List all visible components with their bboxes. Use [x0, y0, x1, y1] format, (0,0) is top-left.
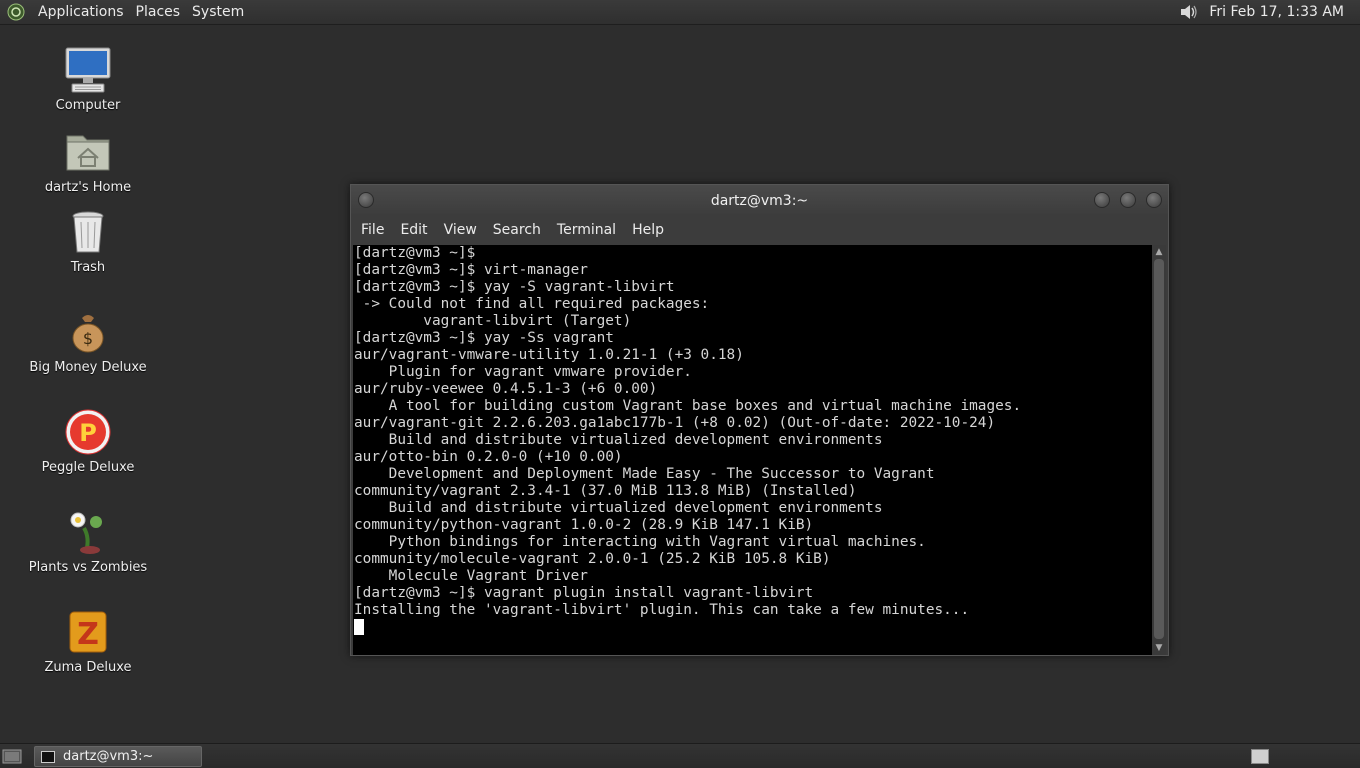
terminal-text: [dartz@vm3 ~]$ [dartz@vm3 ~]$ virt-manage…	[354, 245, 1021, 636]
menu-terminal[interactable]: Terminal	[551, 222, 622, 238]
trash-icon	[64, 208, 112, 256]
svg-text:$: $	[83, 329, 93, 348]
terminal-window[interactable]: dartz@vm3:~ File Edit View Search Termin…	[350, 184, 1169, 656]
desktop-icon-label: Plants vs Zombies	[28, 560, 148, 575]
desktop-icon-label: Zuma Deluxe	[44, 660, 132, 675]
scroll-up-icon[interactable]: ▲	[1154, 247, 1164, 257]
terminal-line: Installing the 'vagrant-libvirt' plugin.…	[354, 602, 970, 618]
terminal-line: A tool for building custom Vagrant base …	[354, 398, 1022, 414]
bottom-panel: dartz@vm3:~	[0, 743, 1360, 768]
terminal-line: [dartz@vm3 ~]$ yay -Ss vagrant	[354, 330, 614, 346]
desktop: Applications Places System Fri Feb 17, 1…	[0, 0, 1360, 768]
window-menu-icon[interactable]	[358, 192, 374, 208]
scroll-down-icon[interactable]: ▼	[1154, 643, 1164, 653]
show-desktop-icon[interactable]	[2, 747, 22, 765]
menu-view[interactable]: View	[438, 222, 483, 238]
terminal-line: Python bindings for interacting with Vag…	[354, 534, 926, 550]
svg-text:P: P	[79, 419, 97, 447]
workspace-switcher[interactable]	[1251, 749, 1269, 764]
volume-icon[interactable]	[1179, 2, 1199, 22]
terminal-line: aur/otto-bin 0.2.0-0 (+10 0.00)	[354, 449, 623, 465]
terminal-line: vagrant-libvirt (Target)	[354, 313, 632, 329]
terminal-line: Build and distribute virtualized develop…	[354, 500, 883, 516]
plants-vs-zombies-icon	[64, 508, 112, 556]
menu-help[interactable]: Help	[626, 222, 670, 238]
desktop-icon-label: Trash	[70, 260, 106, 275]
text-cursor	[354, 619, 364, 635]
terminal-icon	[41, 750, 55, 763]
zuma-icon: Z	[64, 608, 112, 656]
peggle-icon: P	[64, 408, 112, 456]
top-panel: Applications Places System Fri Feb 17, 1…	[0, 0, 1360, 25]
terminal-line: aur/ruby-veewee 0.4.5.1-3 (+6 0.00)	[354, 381, 658, 397]
menu-file[interactable]: File	[355, 222, 390, 238]
maximize-icon[interactable]	[1120, 192, 1136, 208]
terminal-output[interactable]: [dartz@vm3 ~]$ [dartz@vm3 ~]$ virt-manage…	[353, 245, 1153, 655]
clock[interactable]: Fri Feb 17, 1:33 AM	[1209, 4, 1344, 20]
terminal-line: community/vagrant 2.3.4-1 (37.0 MiB 113.…	[354, 483, 857, 499]
terminal-cursor-line	[354, 619, 1021, 636]
terminal-line: community/molecule-vagrant 2.0.0-1 (25.2…	[354, 551, 831, 567]
desktop-icon-trash[interactable]: Trash	[28, 208, 148, 275]
desktop-icon-label: Computer	[55, 98, 121, 113]
home-folder-icon	[64, 128, 112, 176]
terminal-line: aur/vagrant-git 2.2.6.203.ga1abc177b-1 (…	[354, 415, 996, 431]
menu-edit[interactable]: Edit	[394, 222, 433, 238]
terminal-scrollbar[interactable]: ▲ ▼	[1152, 245, 1166, 655]
desktop-icon-home[interactable]: dartz's Home	[28, 128, 148, 195]
terminal-line: aur/vagrant-vmware-utility 1.0.21-1 (+3 …	[354, 347, 744, 363]
terminal-line: [dartz@vm3 ~]$ yay -S vagrant-libvirt	[354, 279, 675, 295]
scroll-thumb[interactable]	[1154, 259, 1164, 639]
desktop-icon-computer[interactable]: Computer	[28, 46, 148, 113]
svg-text:Z: Z	[77, 617, 99, 652]
menu-places[interactable]: Places	[130, 4, 187, 20]
desktop-icon-big-money[interactable]: $ Big Money Deluxe	[28, 308, 148, 375]
terminal-line: Molecule Vagrant Driver	[354, 568, 588, 584]
desktop-icon-plants-vs-zombies[interactable]: Plants vs Zombies	[28, 508, 148, 575]
terminal-line: [dartz@vm3 ~]$ virt-manager	[354, 262, 588, 278]
terminal-line: Plugin for vagrant vmware provider.	[354, 364, 692, 380]
taskbar-item-terminal[interactable]: dartz@vm3:~	[34, 746, 202, 767]
desktop-icon-peggle[interactable]: P Peggle Deluxe	[28, 408, 148, 475]
window-titlebar[interactable]: dartz@vm3:~	[351, 185, 1168, 216]
menu-applications[interactable]: Applications	[32, 4, 130, 20]
taskbar-item-label: dartz@vm3:~	[63, 749, 154, 764]
desktop-icon-label: dartz's Home	[44, 180, 132, 195]
menu-search[interactable]: Search	[487, 222, 547, 238]
menu-system[interactable]: System	[186, 4, 250, 20]
desktop-icon-zuma[interactable]: Z Zuma Deluxe	[28, 608, 148, 675]
close-icon[interactable]	[1146, 192, 1162, 208]
terminal-line: Development and Deployment Made Easy - T…	[354, 466, 935, 482]
money-bag-icon: $	[64, 308, 112, 356]
terminal-menubar: File Edit View Search Terminal Help	[351, 216, 1168, 244]
minimize-icon[interactable]	[1094, 192, 1110, 208]
terminal-line: -> Could not find all required packages:	[354, 296, 710, 312]
terminal-line: [dartz@vm3 ~]$	[354, 245, 476, 261]
terminal-line: [dartz@vm3 ~]$ vagrant plugin install va…	[354, 585, 814, 601]
computer-icon	[64, 46, 112, 94]
terminal-line: Build and distribute virtualized develop…	[354, 432, 883, 448]
desktop-icon-label: Big Money Deluxe	[29, 360, 147, 375]
desktop-icon-label: Peggle Deluxe	[41, 460, 135, 475]
gnome-foot-icon[interactable]	[6, 2, 26, 22]
window-title: dartz@vm3:~	[710, 192, 809, 209]
terminal-line: community/python-vagrant 1.0.0-2 (28.9 K…	[354, 517, 814, 533]
